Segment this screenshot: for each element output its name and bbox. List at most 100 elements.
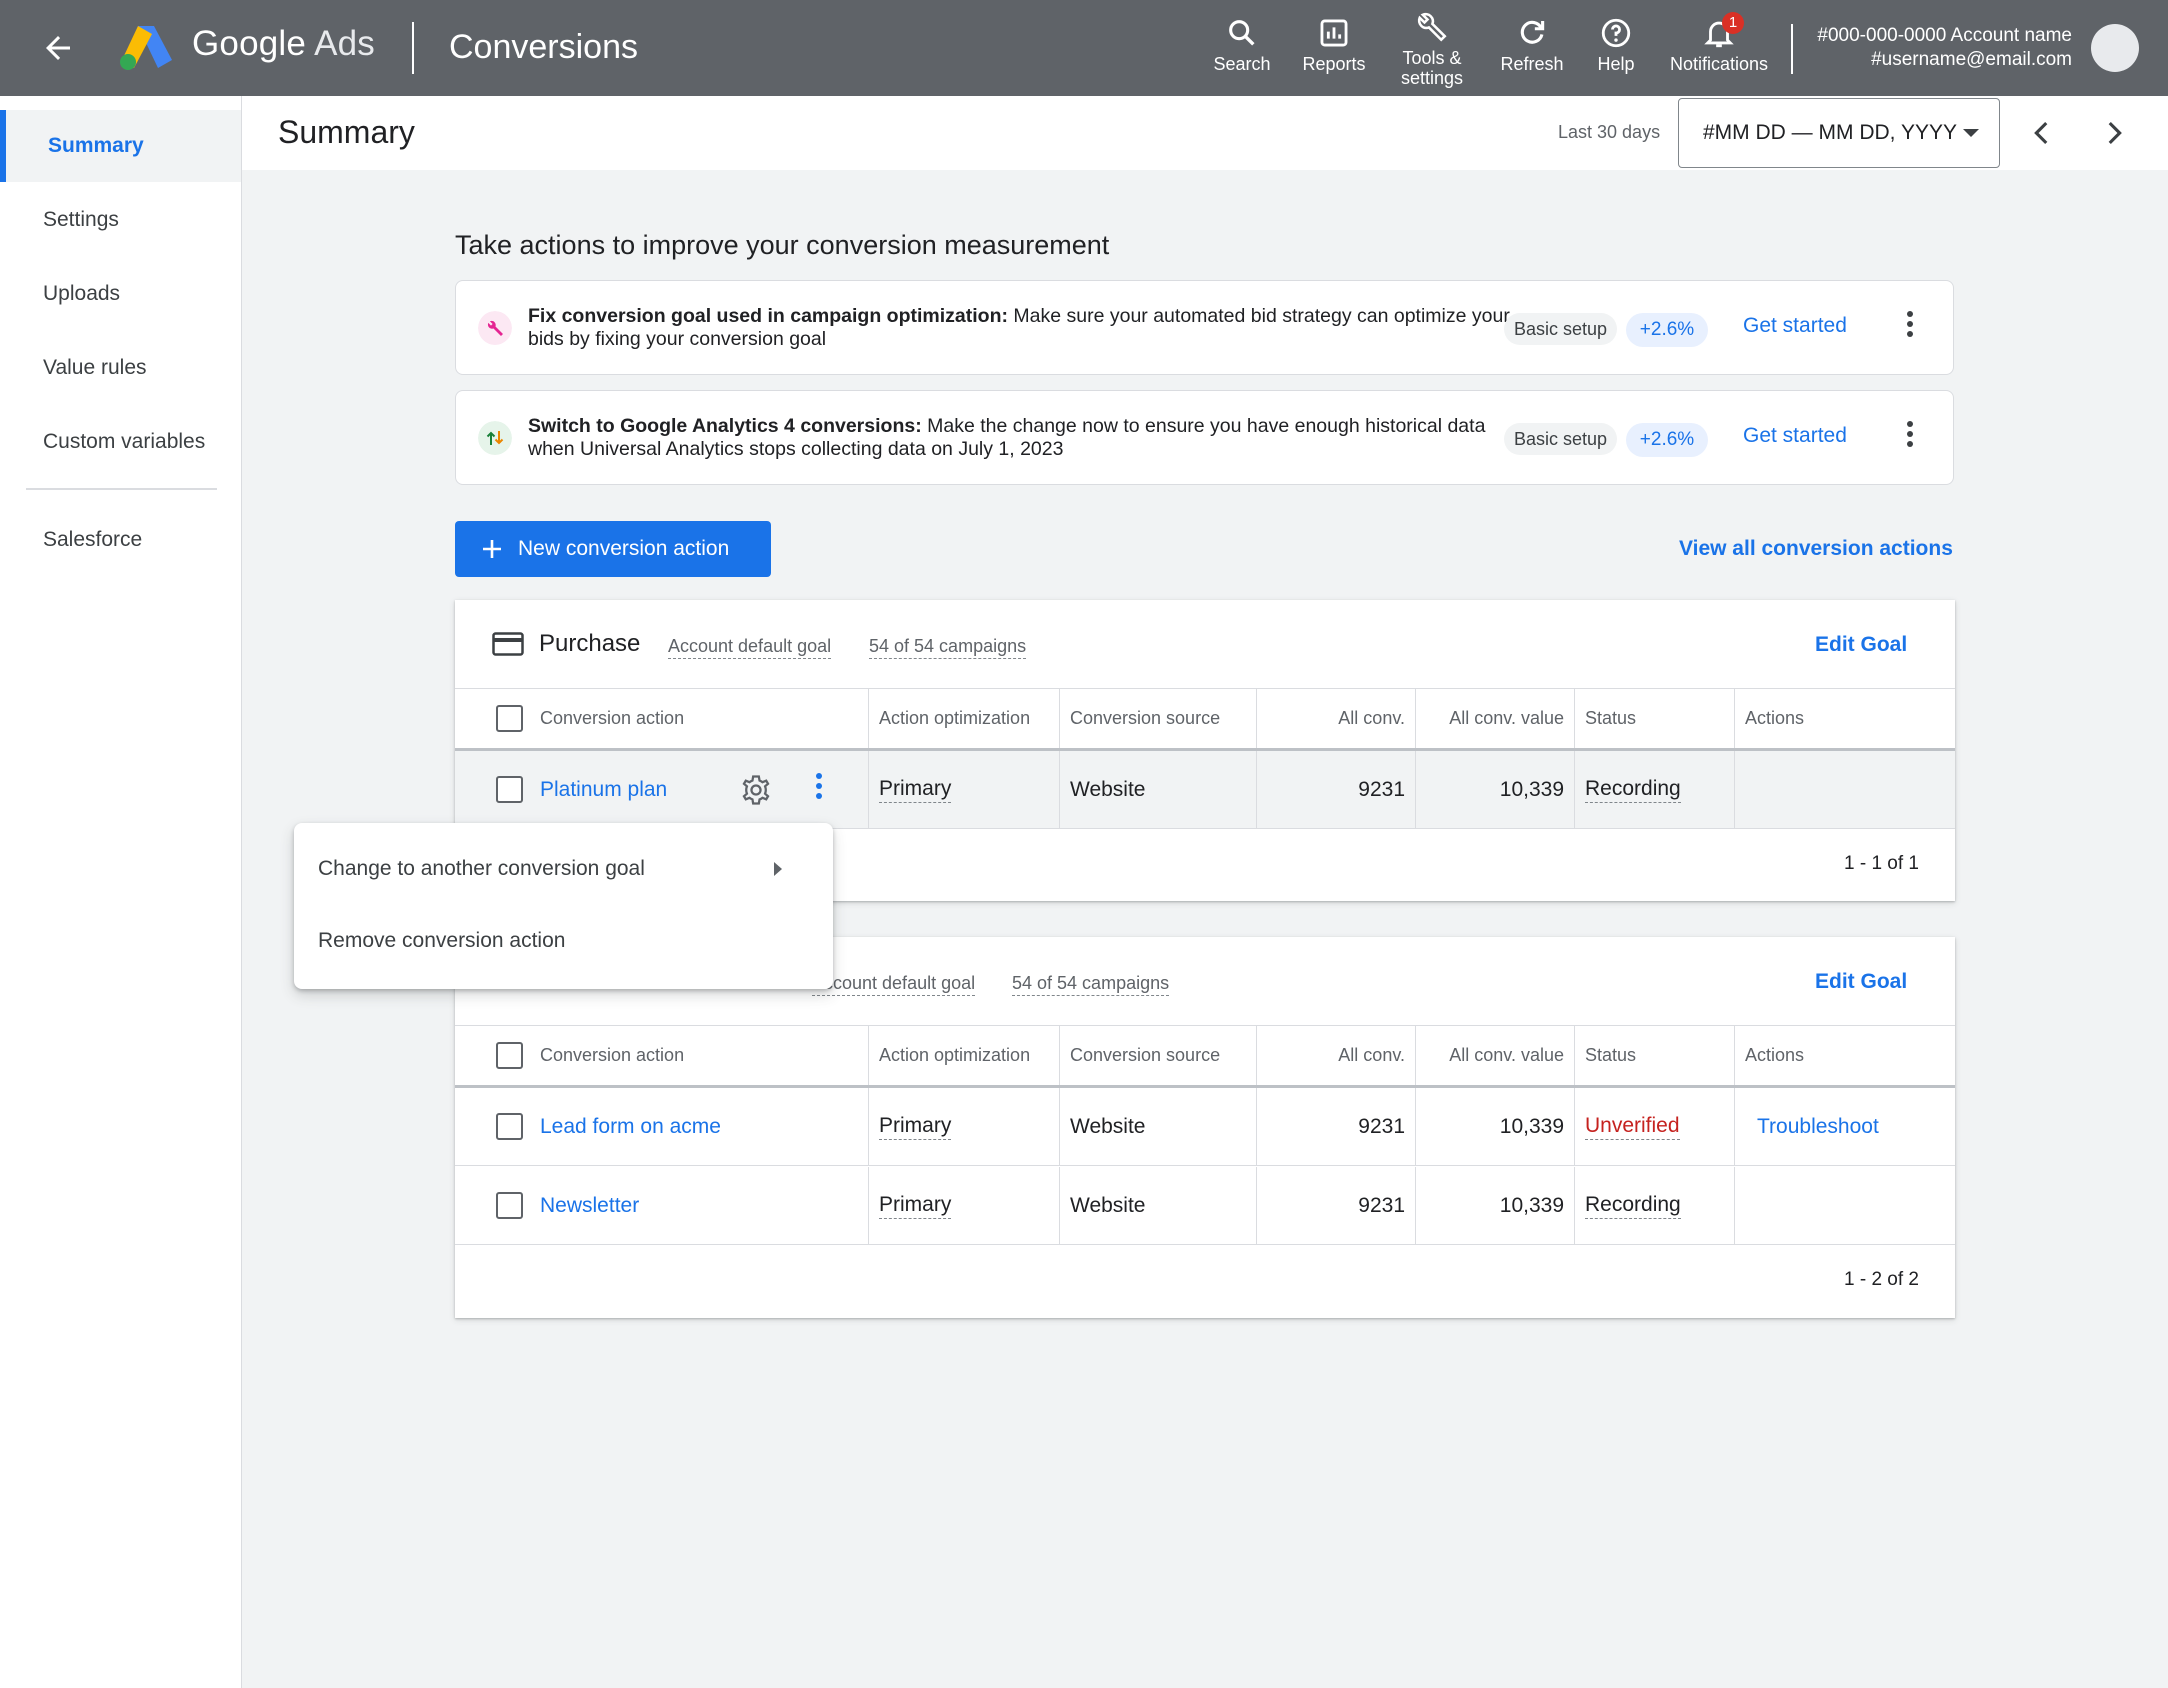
avatar[interactable] (2091, 24, 2139, 72)
sidebar-item-salesforce[interactable]: Salesforce (0, 504, 241, 576)
sidebar-item-summary[interactable]: Summary (0, 110, 241, 182)
back-arrow-icon[interactable] (40, 30, 76, 66)
select-all-checkbox[interactable] (496, 705, 523, 732)
sidebar-item-uploads[interactable]: Uploads (0, 258, 241, 330)
column-header: Status (1574, 1026, 1734, 1085)
status-cell: Unverified (1574, 1088, 1734, 1165)
get-started-button[interactable]: Get started (1743, 314, 1847, 338)
all-conv-value-cell: 10,339 (1415, 1088, 1574, 1165)
tools-settings-button[interactable]: Tools & settings (1394, 10, 1470, 88)
uplift-chip: +2.6% (1626, 423, 1708, 457)
basic-setup-chip: Basic setup (1504, 313, 1618, 345)
reports-label: Reports (1302, 54, 1366, 74)
column-header: All conv. (1256, 689, 1415, 748)
column-header: Actions (1734, 689, 1955, 748)
goal-campaigns-count[interactable]: 54 of 54 campaigns (1012, 973, 1170, 996)
column-header: All conv. value (1415, 689, 1574, 748)
table-row: Newsletter Primary Website 9231 10,339 R… (455, 1167, 1955, 1245)
goal-campaigns-count[interactable]: 54 of 54 campaigns (869, 636, 1027, 659)
optimization-cell: Primary (868, 1088, 1059, 1165)
edit-goal-button[interactable]: Edit Goal (1815, 633, 1907, 657)
view-all-conversion-actions-link[interactable]: View all conversion actions (1679, 537, 1953, 561)
sidebar-divider (26, 488, 217, 490)
more-vert-icon[interactable] (1902, 421, 1918, 455)
plus-icon (483, 540, 501, 558)
change-conversion-goal-menu-item[interactable]: Change to another conversion goal (294, 833, 833, 905)
wrench-icon (478, 311, 512, 345)
conversion-action-link[interactable]: Lead form on acme (540, 1115, 721, 1139)
search-button[interactable]: Search (1210, 16, 1274, 74)
status-cell: Recording (1574, 1167, 1734, 1244)
table-row: Platinum plan Primary Website 9231 10,33… (455, 751, 1955, 829)
conversion-action-cell: Newsletter (455, 1167, 868, 1244)
table-row: Lead form on acme Primary Website 9231 1… (455, 1088, 1955, 1166)
table-header-row: Conversion action Action optimization Co… (455, 689, 1955, 751)
conversion-action-link[interactable]: Platinum plan (540, 778, 667, 802)
account-id-name: #000-000-0000 Account name (1817, 25, 2072, 46)
select-all-checkbox[interactable] (496, 1042, 523, 1069)
more-vert-icon[interactable] (811, 773, 827, 807)
all-conv-cell: 9231 (1256, 1167, 1415, 1244)
actions-cell: Troubleshoot (1734, 1088, 1955, 1165)
help-icon (1601, 18, 1631, 48)
column-header: Actions (1734, 1026, 1955, 1085)
new-conversion-action-label: New conversion action (518, 537, 730, 560)
row-checkbox[interactable] (496, 1113, 523, 1140)
brand-name: Google Ads (192, 24, 375, 63)
sidebar-item-settings[interactable]: Settings (0, 184, 241, 256)
row-actions-menu: Change to another conversion goal Remove… (294, 823, 833, 989)
sidebar: Summary Settings Uploads Value rules Cus… (0, 96, 242, 1688)
status-unverified: Unverified (1585, 1114, 1680, 1140)
refresh-button[interactable]: Refresh (1495, 16, 1569, 74)
account-email: #username@email.com (1871, 49, 2072, 70)
search-label: Search (1213, 54, 1271, 74)
actions-cell (1734, 751, 1955, 828)
reports-button[interactable]: Reports (1297, 16, 1371, 74)
more-vert-icon[interactable] (1902, 311, 1918, 345)
row-checkbox[interactable] (496, 1192, 523, 1219)
conversion-action-link[interactable]: Newsletter (540, 1194, 639, 1218)
next-period-icon[interactable] (2097, 116, 2131, 150)
get-started-button[interactable]: Get started (1743, 424, 1847, 448)
recommendation-text: Fix conversion goal used in campaign opt… (528, 305, 1510, 350)
recommendation-card: Switch to Google Analytics 4 conversions… (455, 390, 1954, 485)
sidebar-item-value-rules[interactable]: Value rules (0, 332, 241, 404)
sidebar-item-custom-variables[interactable]: Custom variables (0, 406, 241, 478)
column-header: Conversion action (455, 1026, 868, 1085)
source-cell: Website (1059, 751, 1256, 828)
notification-badge: 1 (1722, 12, 1744, 34)
page-header: Summary Last 30 days #MM DD — MM DD, YYY… (242, 96, 2168, 170)
credit-card-icon (492, 632, 524, 656)
actions-cell (1734, 1167, 1955, 1244)
edit-goal-button[interactable]: Edit Goal (1815, 970, 1907, 994)
troubleshoot-link[interactable]: Troubleshoot (1757, 1115, 1879, 1139)
conversion-action-cell: Lead form on acme (455, 1088, 868, 1165)
remove-conversion-action-menu-item[interactable]: Remove conversion action (294, 905, 833, 977)
help-button[interactable]: Help (1594, 16, 1638, 74)
all-conv-value-cell: 10,339 (1415, 751, 1574, 828)
column-header: All conv. (1256, 1026, 1415, 1085)
pagination-label: 1 - 1 of 1 (1844, 853, 1919, 874)
row-checkbox[interactable] (496, 776, 523, 803)
recommendations-title: Take actions to improve your conversion … (455, 230, 1110, 260)
divider (412, 22, 414, 74)
date-range-select[interactable]: #MM DD — MM DD, YYYY (1678, 98, 2000, 168)
help-label: Help (1597, 54, 1635, 74)
goal-default-label[interactable]: Account default goal (812, 973, 976, 996)
goal-default-label[interactable]: Account default goal (668, 636, 832, 659)
search-icon (1229, 20, 1255, 46)
section-title: Conversions (449, 28, 638, 66)
column-header: Action optimization (868, 689, 1059, 748)
conversion-action-cell: Platinum plan (455, 751, 868, 828)
date-range-value: #MM DD — MM DD, YYYY (1703, 121, 1957, 144)
recommendation-card: Fix conversion goal used in campaign opt… (455, 280, 1954, 375)
column-header: Conversion source (1059, 689, 1256, 748)
previous-period-icon[interactable] (2025, 116, 2059, 150)
google-ads-logo (120, 26, 172, 70)
column-header: All conv. value (1415, 1026, 1574, 1085)
new-conversion-action-button[interactable]: New conversion action (455, 521, 771, 577)
top-app-bar: Google Ads Conversions Search Reports To… (0, 0, 2168, 96)
notifications-button[interactable]: 1 Notifications (1662, 12, 1776, 74)
account-info[interactable]: #000-000-0000 Account name #username@ema… (1817, 24, 2072, 72)
settings-gear-icon[interactable] (739, 773, 773, 807)
